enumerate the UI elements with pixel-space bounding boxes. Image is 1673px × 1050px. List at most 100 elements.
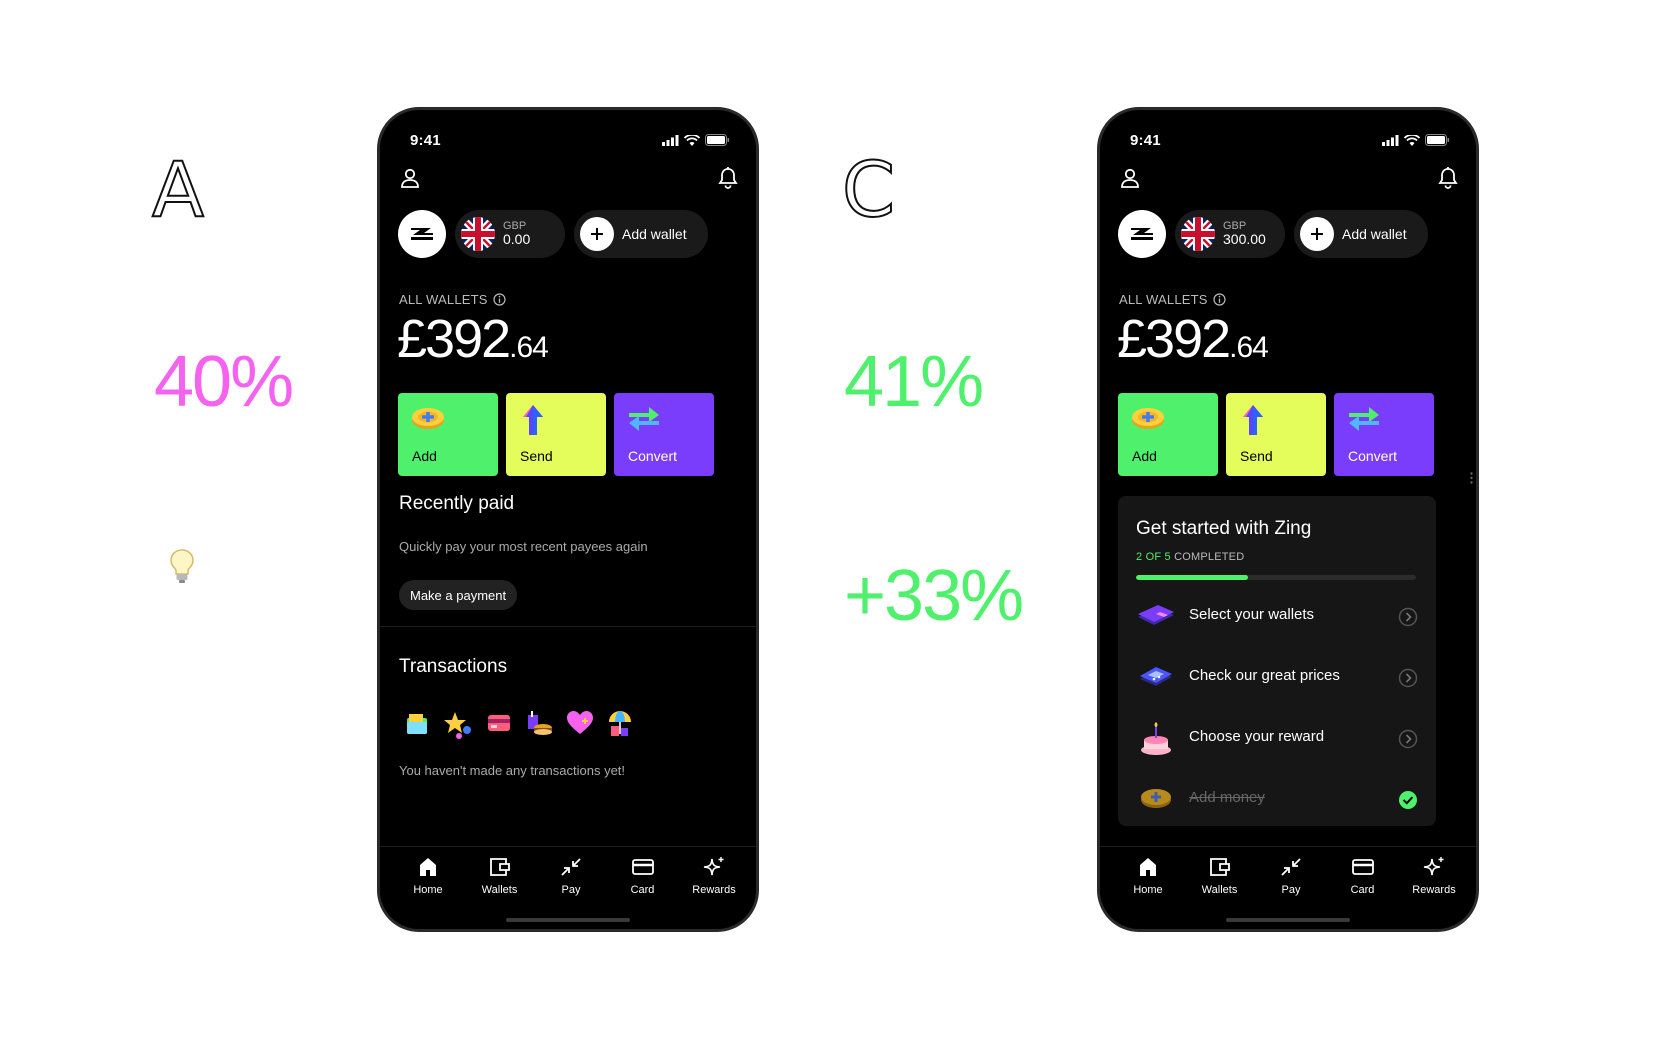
wifi-icon xyxy=(1404,134,1420,146)
zing-logo-icon xyxy=(1131,228,1153,240)
send-money-button[interactable]: Send xyxy=(1226,393,1326,476)
wifi-icon xyxy=(684,134,700,146)
calculator-icon xyxy=(1140,667,1172,686)
get-started-progress-bar xyxy=(1136,575,1416,580)
wallet-amount: 0.00 xyxy=(503,231,531,248)
nav-wallets-label: Wallets xyxy=(1201,884,1238,896)
task-label: Add money xyxy=(1189,789,1265,806)
profile-icon[interactable] xyxy=(400,168,420,188)
zing-logo[interactable] xyxy=(398,210,446,258)
home-icon xyxy=(1140,858,1156,876)
nav-card[interactable]: Card xyxy=(1331,857,1395,896)
task-add-money[interactable]: Add money xyxy=(1136,783,1418,823)
variant-c-stat-change: +33% xyxy=(844,556,1024,636)
add-wallet-button[interactable]: Add wallet xyxy=(574,210,708,258)
add-wallet-label: Add wallet xyxy=(1342,226,1407,242)
task-check-prices[interactable]: Check our great prices xyxy=(1136,661,1418,701)
nav-rewards[interactable]: Rewards xyxy=(1402,857,1466,896)
bell-icon[interactable] xyxy=(1438,167,1458,189)
pay-arrows-icon xyxy=(1281,858,1301,876)
signal-icon xyxy=(662,134,679,146)
cake-icon xyxy=(1141,722,1171,755)
umbrella-sticker-icon xyxy=(609,711,631,736)
send-money-button[interactable]: Send xyxy=(506,393,606,476)
nav-pay[interactable]: Pay xyxy=(539,857,603,896)
uk-flag-icon xyxy=(1181,217,1215,251)
get-started-card: Get started with Zing 2 OF 5 COMPLETED S… xyxy=(1118,496,1436,826)
zing-logo-icon xyxy=(411,228,433,240)
progress-suffix: COMPLETED xyxy=(1174,551,1245,563)
balance-main: £392 xyxy=(397,309,511,369)
total-balance: £392 .64 xyxy=(1117,308,1269,370)
add-wallet-label: Add wallet xyxy=(622,226,687,242)
status-time: 9:41 xyxy=(1130,131,1161,149)
wallets-icon xyxy=(1209,858,1230,876)
variant-c-stat: 41% xyxy=(844,342,984,422)
uk-flag-icon xyxy=(461,217,495,251)
arrow-up-icon xyxy=(523,405,543,435)
signal-icon xyxy=(1382,134,1399,146)
progress-fill xyxy=(1136,575,1248,580)
status-time: 9:41 xyxy=(410,131,441,149)
task-select-wallets[interactable]: Select your wallets xyxy=(1136,600,1418,640)
wallet-stack-icon xyxy=(1138,605,1174,625)
sparkle-icon xyxy=(1423,857,1444,876)
transactions-empty-text: You haven't made any transactions yet! xyxy=(399,763,626,778)
add-money-button[interactable]: Add xyxy=(1118,393,1218,476)
chevron-right-icon[interactable] xyxy=(1398,607,1418,627)
nav-wallets[interactable]: Wallets xyxy=(468,857,532,896)
info-icon[interactable] xyxy=(1213,293,1226,306)
nav-wallets[interactable]: Wallets xyxy=(1188,857,1252,896)
convert-label: Convert xyxy=(1348,448,1398,464)
scroll-indicator xyxy=(1470,472,1473,484)
chevron-right-icon[interactable] xyxy=(1398,729,1418,749)
nav-card[interactable]: Card xyxy=(611,857,675,896)
chevron-right-icon[interactable] xyxy=(1398,668,1418,688)
transactions-title: Transactions xyxy=(399,656,508,677)
convert-label: Convert xyxy=(628,448,678,464)
nav-home[interactable]: Home xyxy=(1116,857,1180,896)
nav-home[interactable]: Home xyxy=(396,857,460,896)
gbp-wallet-pill[interactable]: GBP 0.00 xyxy=(455,210,565,258)
balance-decimal: .64 xyxy=(1229,331,1269,364)
status-bar: 9:41 xyxy=(410,130,730,150)
progress-count: 2 OF 5 xyxy=(1136,551,1171,563)
nav-pay[interactable]: Pay xyxy=(1259,857,1323,896)
variant-a-letter: A xyxy=(151,145,205,234)
task-label: Check our great prices xyxy=(1189,667,1340,684)
plus-icon xyxy=(580,217,614,251)
profile-icon[interactable] xyxy=(1120,168,1140,188)
make-payment-button[interactable]: Make a payment xyxy=(399,580,518,610)
nav-rewards-label: Rewards xyxy=(1412,884,1456,896)
convert-arrows-icon xyxy=(1349,407,1379,431)
send-label: Send xyxy=(1240,448,1273,464)
food-sticker-icon xyxy=(528,711,552,735)
phone-c: 9:41 GBP 300.00 Add wallet ALL WALLETS £… xyxy=(1097,107,1479,932)
add-money-button[interactable]: Add xyxy=(398,393,498,476)
task-choose-reward[interactable]: Choose your reward xyxy=(1136,722,1418,762)
wallets-icon xyxy=(489,858,510,876)
zing-logo[interactable] xyxy=(1118,210,1166,258)
coin-plus-icon xyxy=(1132,408,1164,429)
add-label: Add xyxy=(1132,448,1157,464)
coin-icon xyxy=(1141,789,1171,808)
recently-paid-subtitle: Quickly pay your most recent payees agai… xyxy=(399,539,648,554)
status-bar: 9:41 xyxy=(1130,130,1450,150)
add-wallet-button[interactable]: Add wallet xyxy=(1294,210,1428,258)
bell-icon[interactable] xyxy=(718,167,738,189)
convert-button[interactable]: Convert xyxy=(614,393,714,476)
info-icon[interactable] xyxy=(493,293,506,306)
nav-pay-label: Pay xyxy=(1281,884,1301,896)
gbp-wallet-pill[interactable]: GBP 300.00 xyxy=(1175,210,1285,258)
convert-button[interactable]: Convert xyxy=(1334,393,1434,476)
battery-icon xyxy=(705,134,730,146)
send-label: Send xyxy=(520,448,553,464)
check-circle-icon xyxy=(1399,791,1417,809)
card-icon xyxy=(631,859,654,875)
card-sticker-icon xyxy=(488,715,510,731)
card-icon xyxy=(1351,859,1374,875)
nav-rewards[interactable]: Rewards xyxy=(682,857,746,896)
task-label: Choose your reward xyxy=(1189,728,1325,745)
bottom-nav: Home Wallets Pay Card Rewards xyxy=(380,846,756,929)
coin-plus-icon xyxy=(412,408,444,429)
